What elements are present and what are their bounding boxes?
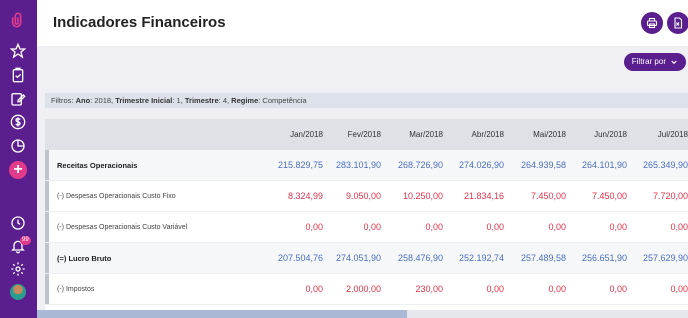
clipboard-check-icon[interactable]	[8, 65, 28, 85]
column-header: Fev/2018	[347, 130, 381, 139]
filter-trimestre-inicial-value: 1	[176, 96, 181, 105]
avatar[interactable]	[10, 284, 26, 300]
table-cell: 258.476,90	[397, 253, 443, 263]
paperclip-icon[interactable]	[8, 10, 28, 30]
filter-button[interactable]: Filtrar por	[623, 53, 686, 71]
page-header: Indicadores Financeiros	[37, 0, 688, 46]
table-cell: 0,00	[670, 222, 688, 232]
table-cell: 0,00	[486, 284, 504, 294]
table-cell: 274.026,90	[458, 160, 504, 170]
table-cell: 7.450,00	[530, 191, 566, 201]
table-cell: 257.629,90	[642, 253, 688, 263]
table-cell: 21.834,16	[463, 191, 504, 201]
excel-export-icon	[672, 17, 684, 29]
table-cell: 256.651,90	[581, 253, 627, 263]
column-header: Abr/2018	[471, 130, 504, 139]
table-cell: 257.489,58	[520, 253, 566, 263]
horizontal-scrollbar[interactable]	[37, 310, 688, 318]
table-cell: 0,00	[363, 222, 381, 232]
table-cell: 274.051,90	[335, 253, 381, 263]
table-header: Jan/2018 Fev/2018 Mar/2018 Abr/2018 Mai/2018…	[45, 119, 688, 150]
column-header: Jan/2018	[290, 130, 323, 139]
table-cell: 264.101,90	[581, 160, 627, 170]
chevron-down-icon	[670, 58, 678, 66]
table-cell: 9.050,00	[345, 191, 381, 201]
dollar-icon[interactable]	[8, 112, 28, 132]
table-cell: 265.349,90	[642, 160, 688, 170]
table-cell: 0,00	[548, 222, 566, 232]
row-label: Receitas Operacionais	[57, 161, 138, 170]
filter-button-label: Filtrar por	[631, 57, 666, 66]
financial-indicators-table: Jan/2018 Fev/2018 Mar/2018 Abr/2018 Mai/2018…	[45, 119, 688, 310]
row-label: (-) Impostos	[57, 286, 95, 293]
table-cell: 230,00	[415, 284, 443, 294]
table-cell: 10.250,00	[402, 191, 443, 201]
column-header: Jul/2018	[657, 130, 688, 139]
row-indicator	[45, 150, 49, 180]
table-cell: 268.726,90	[397, 160, 443, 170]
row-label: (=) Lucro Bruto	[57, 254, 112, 263]
print-button[interactable]	[641, 12, 663, 34]
column-header: Mar/2018	[409, 130, 443, 139]
table-cell: 7.720,00	[652, 191, 688, 201]
table-cell: 0,00	[609, 284, 627, 294]
column-header: Mai/2018	[533, 130, 566, 139]
settings-icon[interactable]	[8, 259, 28, 279]
table-row: Receitas Operacionais 215.829,75 283.101,9…	[45, 150, 688, 181]
table-cell: 283.101,90	[335, 160, 381, 170]
row-indicator	[45, 212, 49, 242]
row-label: (-) Despesas Operacionais Custo Variável	[57, 224, 188, 231]
table-cell: 0,00	[425, 222, 443, 232]
edit-icon[interactable]	[8, 89, 28, 109]
filter-trimestre-label: Trimestre	[184, 96, 219, 105]
star-icon[interactable]	[8, 41, 28, 61]
table-cell: 0,00	[609, 222, 627, 232]
table-cell: 0,00	[548, 284, 566, 294]
row-label: (-) Despesas Operacionais Custo Fixo	[57, 193, 176, 200]
filter-ano-value: 2018	[94, 96, 112, 105]
filter-ano-label: Ano	[75, 96, 91, 105]
export-excel-button[interactable]	[667, 12, 688, 34]
table-cell: 264.939,58	[520, 160, 566, 170]
clock-icon[interactable]	[8, 213, 28, 233]
row-indicator	[45, 243, 49, 273]
filter-regime-value: Competência	[262, 96, 307, 105]
table-row: (-) Despesas Operacionais Custo Fixo 8.32…	[45, 181, 688, 212]
active-filters-bar: Filtros: Ano: 2018, Trimestre Inicial: 1…	[45, 93, 688, 108]
scrollbar-thumb[interactable]	[37, 310, 407, 318]
add-icon[interactable]: +	[9, 161, 27, 179]
table-cell: 7.450,00	[591, 191, 627, 201]
print-icon	[646, 17, 658, 29]
table-row: (=) Lucro Bruto 207.504,76 274.051,90 258.4…	[45, 243, 688, 274]
filter-regime-label: Regime	[231, 96, 259, 105]
notification-badge: 99	[20, 236, 31, 245]
filter-trimestre-inicial-label: Trimestre Inicial	[115, 96, 173, 105]
table-cell: 0,00	[486, 222, 504, 232]
filters-prefix: Filtros:	[51, 96, 74, 105]
table-cell: 0,00	[670, 284, 688, 294]
row-indicator	[45, 274, 49, 304]
row-indicator	[45, 181, 49, 211]
table-cell: 252.192,74	[458, 253, 504, 263]
column-header: Jun/2018	[594, 130, 627, 139]
page-title: Indicadores Financeiros	[53, 14, 226, 31]
main-content: Filtrar por Filtros: Ano: 2018, Trimestr…	[37, 46, 688, 318]
table-row: (-) Impostos 0,00 2.000,00 230,00 0,00 0,00 0,…	[45, 274, 688, 305]
table-row: (-) Despesas Operacionais Custo Variável…	[45, 212, 688, 243]
filter-trimestre-value: 4	[222, 96, 227, 105]
sidebar: + 99	[0, 0, 37, 318]
pie-chart-icon[interactable]	[8, 136, 28, 156]
table-cell: 2.000,00	[345, 284, 381, 294]
